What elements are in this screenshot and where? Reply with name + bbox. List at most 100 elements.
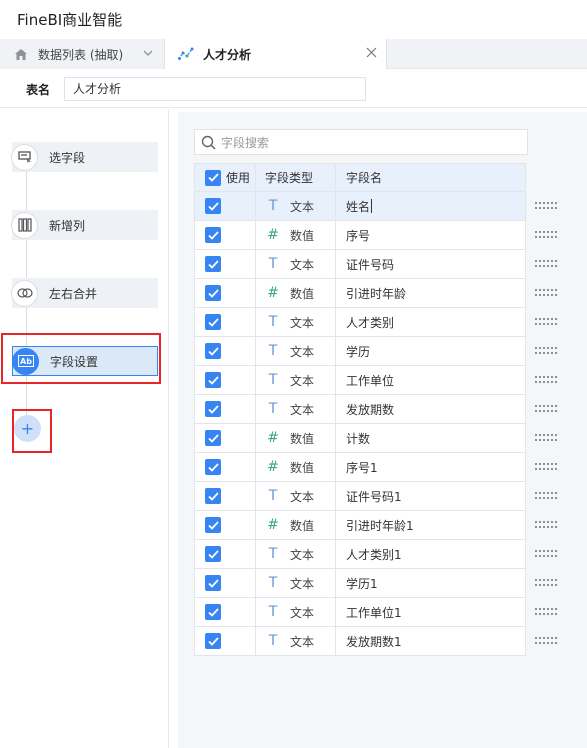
close-icon[interactable] — [365, 46, 378, 62]
highlight-box-add-step — [12, 409, 52, 453]
drag-handle-icon[interactable] — [535, 346, 557, 356]
use-checkbox[interactable] — [205, 488, 221, 504]
table-row: # 数值 引进时年龄 — [194, 279, 557, 308]
field-name-input[interactable]: 姓名 — [336, 192, 525, 220]
drag-handle-icon[interactable] — [535, 636, 557, 646]
table-name-input[interactable]: 人才分析 — [64, 77, 366, 101]
field-name-input[interactable]: 证件号码 — [336, 250, 525, 278]
field-name-text: 证件号码1 — [346, 489, 402, 504]
field-type-select[interactable]: T 文本 — [256, 192, 336, 220]
field-type-select[interactable]: T 文本 — [256, 366, 336, 394]
field-type-select[interactable]: T 文本 — [256, 627, 336, 655]
drag-handle-icon[interactable] — [535, 578, 557, 588]
drag-handle-icon[interactable] — [535, 288, 557, 298]
field-type-label: 文本 — [290, 373, 315, 388]
field-name-input[interactable]: 发放期数 — [336, 395, 525, 423]
drag-handle-icon[interactable] — [535, 201, 557, 211]
drag-handle-icon[interactable] — [535, 230, 557, 240]
add-column-icon — [11, 211, 38, 239]
step-label: 左右合并 — [49, 286, 98, 301]
field-type-select[interactable]: # 数值 — [256, 221, 336, 249]
field-name-input[interactable]: 计数 — [336, 424, 525, 452]
use-checkbox[interactable] — [205, 575, 221, 591]
field-name-input[interactable]: 引进时年龄 — [336, 279, 525, 307]
field-type-select[interactable]: T 文本 — [256, 337, 336, 365]
use-checkbox[interactable] — [205, 285, 221, 301]
field-name-text: 学历1 — [346, 576, 378, 591]
field-type-select[interactable]: T 文本 — [256, 395, 336, 423]
drag-handle-icon[interactable] — [535, 462, 557, 472]
use-checkbox[interactable] — [205, 343, 221, 359]
field-type-select[interactable]: # 数值 — [256, 453, 336, 481]
drag-handle-icon[interactable] — [535, 549, 557, 559]
field-name-input[interactable]: 证件号码1 — [336, 482, 525, 510]
field-name-input[interactable]: 工作单位1 — [336, 598, 525, 626]
field-name-input[interactable]: 人才类别 — [336, 308, 525, 336]
select-field-icon — [11, 143, 38, 171]
field-name-input[interactable]: 学历 — [336, 337, 525, 365]
drag-handle-icon[interactable] — [535, 607, 557, 617]
field-name-input[interactable]: 工作单位 — [336, 366, 525, 394]
use-checkbox[interactable] — [205, 459, 221, 475]
drag-handle-icon[interactable] — [535, 259, 557, 269]
use-checkbox[interactable] — [205, 430, 221, 446]
select-all-checkbox[interactable] — [205, 169, 221, 186]
field-type-label: 文本 — [290, 344, 315, 359]
use-checkbox[interactable] — [205, 314, 221, 330]
drag-handle-icon[interactable] — [535, 404, 557, 414]
field-name-text: 工作单位1 — [346, 605, 402, 620]
field-type-select[interactable]: # 数值 — [256, 511, 336, 539]
field-name-input[interactable]: 发放期数1 — [336, 627, 525, 655]
use-checkbox[interactable] — [205, 517, 221, 533]
drag-handle-icon[interactable] — [535, 433, 557, 443]
field-type-label: 文本 — [290, 257, 315, 272]
table-row: # 数值 序号1 — [194, 453, 557, 482]
field-type-select[interactable]: T 文本 — [256, 308, 336, 336]
drag-handle-icon[interactable] — [535, 520, 557, 530]
field-name-input[interactable]: 学历1 — [336, 569, 525, 597]
field-type-select[interactable]: # 数值 — [256, 279, 336, 307]
drag-handle-icon[interactable] — [535, 317, 557, 327]
field-type-select[interactable]: # 数值 — [256, 424, 336, 452]
tab-talent-analysis[interactable]: 人才分析 — [165, 39, 387, 69]
number-type-icon: # — [267, 517, 279, 533]
drag-handle-icon[interactable] — [535, 491, 557, 501]
field-type-select[interactable]: T 文本 — [256, 598, 336, 626]
use-checkbox[interactable] — [205, 198, 221, 214]
table-row: T 文本 发放期数1 — [194, 627, 557, 656]
table-row: T 文本 姓名 — [194, 192, 557, 221]
step-select-fields[interactable]: 选字段 — [11, 142, 158, 172]
use-checkbox[interactable] — [205, 546, 221, 562]
drag-handle-icon[interactable] — [535, 375, 557, 385]
table-name-label: 表名 — [26, 83, 51, 97]
step-add-column[interactable]: 新增列 — [11, 210, 158, 240]
use-checkbox[interactable] — [205, 401, 221, 417]
text-type-icon: T — [268, 256, 278, 272]
text-type-icon: T — [268, 343, 278, 359]
text-type-icon: T — [268, 546, 278, 562]
field-search-box[interactable]: 字段搜索 — [194, 129, 528, 155]
field-type-select[interactable]: T 文本 — [256, 540, 336, 568]
highlight-box-field-settings — [1, 333, 161, 384]
step-panel: 选字段 新增列 左右合并 Ab 字段设置 + — [0, 109, 169, 748]
use-checkbox[interactable] — [205, 256, 221, 272]
search-placeholder: 字段搜索 — [221, 135, 270, 150]
field-type-select[interactable]: T 文本 — [256, 482, 336, 510]
field-name-input[interactable]: 序号 — [336, 221, 525, 249]
tab-data-list[interactable]: 数据列表 (抽取) — [0, 39, 165, 69]
number-type-icon: # — [267, 430, 279, 446]
field-name-text: 计数 — [346, 431, 371, 446]
use-checkbox[interactable] — [205, 372, 221, 388]
field-type-select[interactable]: T 文本 — [256, 250, 336, 278]
chevron-down-icon[interactable] — [142, 47, 154, 62]
field-type-label: 文本 — [290, 199, 315, 214]
field-name-input[interactable]: 引进时年龄1 — [336, 511, 525, 539]
field-name-input[interactable]: 序号1 — [336, 453, 525, 481]
step-label: 选字段 — [49, 150, 86, 165]
use-checkbox[interactable] — [205, 604, 221, 620]
field-name-input[interactable]: 人才类别1 — [336, 540, 525, 568]
use-checkbox[interactable] — [205, 633, 221, 649]
field-type-select[interactable]: T 文本 — [256, 569, 336, 597]
step-merge-horizontal[interactable]: 左右合并 — [11, 278, 158, 308]
use-checkbox[interactable] — [205, 227, 221, 243]
